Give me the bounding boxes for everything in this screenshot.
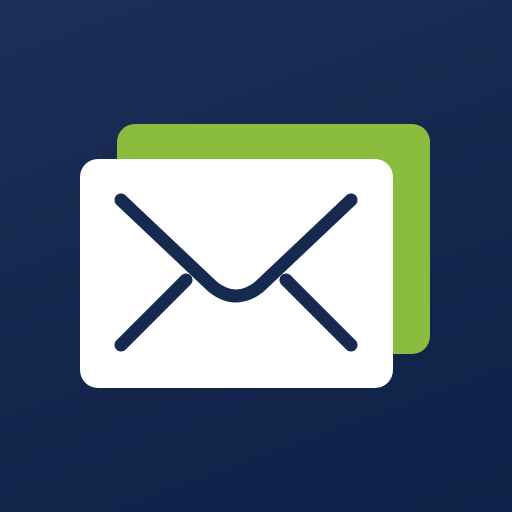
- envelope-fold-right: [279, 273, 358, 352]
- envelope-fold-left: [114, 273, 193, 352]
- envelope-icon: [114, 193, 358, 352]
- envelope-flap: [114, 193, 358, 303]
- front-card: [80, 159, 393, 388]
- mail-app-icon[interactable]: [0, 0, 512, 512]
